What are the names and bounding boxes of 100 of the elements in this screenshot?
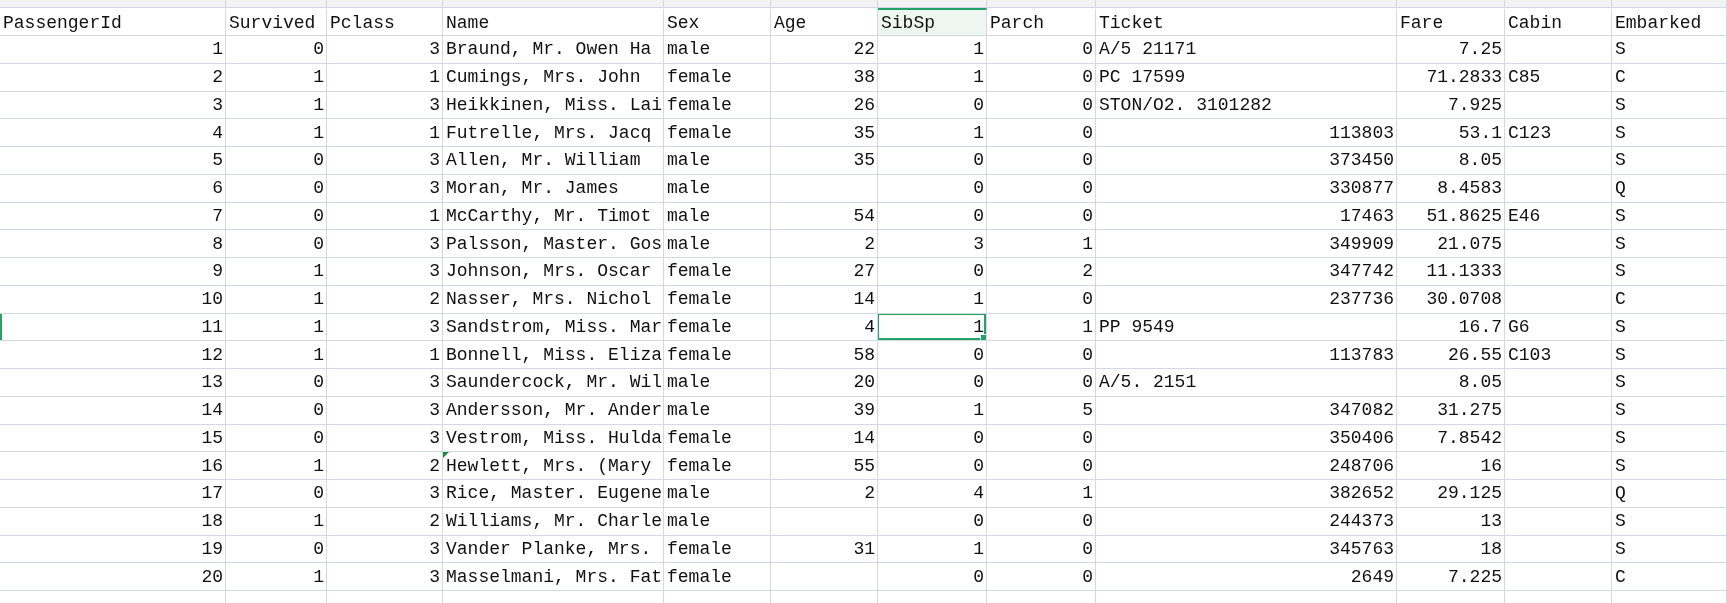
table-cell[interactable]: female: [664, 258, 771, 286]
table-cell[interactable]: 2: [327, 452, 443, 480]
table-cell[interactable]: 10: [0, 285, 226, 314]
table-cell[interactable]: Heikkinen, Miss. Lai: [443, 91, 664, 120]
table-cell[interactable]: 8: [0, 230, 226, 258]
table-cell[interactable]: Saundercock, Mr. Wil: [443, 369, 664, 397]
table-cell[interactable]: 0: [878, 91, 987, 120]
table-cell[interactable]: Hewlett, Mrs. (Mary: [443, 452, 664, 480]
table-cell[interactable]: 8.4583: [1397, 174, 1505, 203]
table-cell[interactable]: 1: [878, 313, 987, 342]
table-cell[interactable]: 0: [987, 119, 1096, 147]
table-cell[interactable]: 350406: [1096, 424, 1397, 453]
table-cell[interactable]: 3: [327, 174, 443, 203]
table-cell[interactable]: Moran, Mr. James: [443, 174, 664, 203]
table-cell[interactable]: S: [1612, 396, 1727, 425]
table-cell[interactable]: 0: [987, 535, 1096, 564]
table-cell[interactable]: 13: [1397, 507, 1505, 536]
table-cell[interactable]: 14: [771, 424, 878, 453]
table-cell[interactable]: Bonnell, Miss. Eliza: [443, 341, 664, 369]
table-cell[interactable]: 3: [327, 535, 443, 564]
table-cell[interactable]: 1: [226, 119, 327, 147]
column-header[interactable]: Ticket: [1096, 8, 1397, 36]
table-cell[interactable]: 113783: [1096, 341, 1397, 369]
table-cell[interactable]: 1: [226, 507, 327, 536]
table-cell[interactable]: 54: [771, 202, 878, 231]
table-cell[interactable]: female: [664, 424, 771, 453]
table-cell[interactable]: 1: [327, 63, 443, 92]
table-cell[interactable]: 1: [327, 202, 443, 231]
table-cell[interactable]: A/5 21171: [1096, 36, 1397, 64]
table-cell[interactable]: 26: [771, 91, 878, 120]
table-cell[interactable]: 1: [226, 258, 327, 286]
table-cell[interactable]: 0: [226, 202, 327, 231]
table-cell[interactable]: 0: [878, 258, 987, 286]
table-cell[interactable]: 330877: [1096, 174, 1397, 203]
column-header[interactable]: Name: [443, 8, 664, 36]
table-cell[interactable]: male: [664, 174, 771, 203]
table-cell[interactable]: Vander Planke, Mrs.: [443, 535, 664, 564]
table-cell[interactable]: S: [1612, 424, 1727, 453]
table-cell[interactable]: S: [1612, 313, 1727, 342]
table-cell[interactable]: male: [664, 369, 771, 397]
table-cell[interactable]: 9: [0, 258, 226, 286]
column-header[interactable]: Parch: [987, 8, 1096, 36]
table-cell[interactable]: Braund, Mr. Owen Ha: [443, 36, 664, 64]
table-cell[interactable]: S: [1612, 369, 1727, 397]
table-cell[interactable]: S: [1612, 91, 1727, 120]
table-cell[interactable]: 349909: [1096, 230, 1397, 258]
table-cell[interactable]: S: [1612, 36, 1727, 64]
table-cell[interactable]: 382652: [1096, 480, 1397, 508]
table-cell[interactable]: 1: [226, 313, 327, 342]
table-cell[interactable]: 0: [878, 507, 987, 536]
table-cell[interactable]: female: [664, 63, 771, 92]
table-cell[interactable]: 18: [1397, 535, 1505, 564]
table-cell[interactable]: 53.1: [1397, 119, 1505, 147]
table-cell[interactable]: 0: [226, 230, 327, 258]
table-cell[interactable]: 0: [878, 174, 987, 203]
table-cell[interactable]: 16.7: [1397, 313, 1505, 342]
table-cell[interactable]: 1: [878, 535, 987, 564]
table-cell[interactable]: male: [664, 396, 771, 425]
table-cell[interactable]: 1: [226, 91, 327, 120]
table-cell[interactable]: 21.075: [1397, 230, 1505, 258]
table-cell[interactable]: 58: [771, 341, 878, 369]
table-cell[interactable]: 13: [0, 369, 226, 397]
table-cell[interactable]: 1: [987, 480, 1096, 508]
table-cell[interactable]: 1: [987, 230, 1096, 258]
table-cell[interactable]: male: [664, 36, 771, 64]
table-cell[interactable]: 0: [987, 369, 1096, 397]
table-cell[interactable]: female: [664, 91, 771, 120]
table-cell[interactable]: female: [664, 452, 771, 480]
table-cell[interactable]: 0: [987, 563, 1096, 591]
table-cell[interactable]: 0: [987, 202, 1096, 231]
table-cell[interactable]: 26.55: [1397, 341, 1505, 369]
table-cell[interactable]: S: [1612, 452, 1727, 480]
table-cell[interactable]: S: [1612, 341, 1727, 369]
table-cell[interactable]: 18: [0, 507, 226, 536]
table-cell[interactable]: 2: [0, 63, 226, 92]
table-cell[interactable]: 16: [1397, 452, 1505, 480]
table-cell[interactable]: 51.8625: [1397, 202, 1505, 231]
table-cell[interactable]: 20: [771, 369, 878, 397]
table-cell[interactable]: 3: [327, 230, 443, 258]
table-cell[interactable]: 5: [987, 396, 1096, 425]
table-cell[interactable]: 3: [327, 147, 443, 175]
table-cell[interactable]: 347082: [1096, 396, 1397, 425]
table-cell[interactable]: female: [664, 535, 771, 564]
table-cell[interactable]: 27: [771, 258, 878, 286]
table-cell[interactable]: 0: [987, 507, 1096, 536]
table-cell[interactable]: Allen, Mr. William: [443, 147, 664, 175]
table-cell[interactable]: 1: [878, 36, 987, 64]
table-cell[interactable]: 3: [327, 396, 443, 425]
table-cell[interactable]: male: [664, 147, 771, 175]
table-cell[interactable]: 1: [226, 63, 327, 92]
table-cell[interactable]: Q: [1612, 174, 1727, 203]
table-cell[interactable]: PC 17599: [1096, 63, 1397, 92]
table-cell[interactable]: Nasser, Mrs. Nichol: [443, 285, 664, 314]
table-cell[interactable]: Cumings, Mrs. John: [443, 63, 664, 92]
table-cell[interactable]: 3: [327, 313, 443, 342]
table-cell[interactable]: 3: [327, 91, 443, 120]
table-cell[interactable]: 3: [327, 36, 443, 64]
table-cell[interactable]: 5: [0, 147, 226, 175]
table-cell[interactable]: 237736: [1096, 285, 1397, 314]
table-cell[interactable]: S: [1612, 202, 1727, 231]
